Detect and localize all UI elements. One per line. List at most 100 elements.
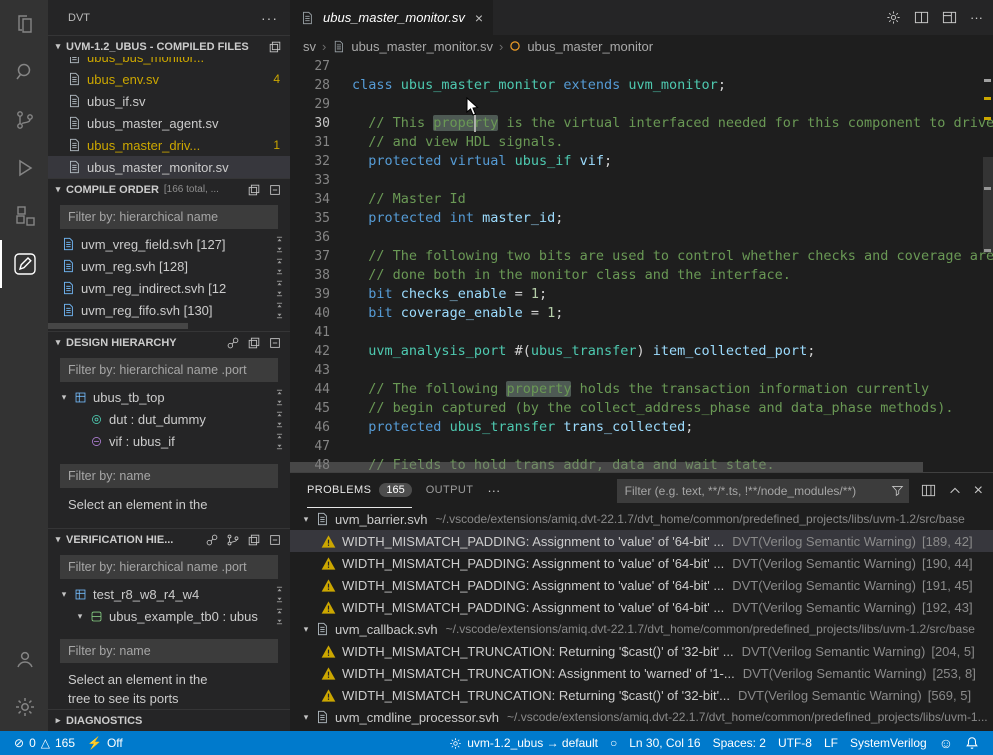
compile-order-item[interactable]: uvm_reg_fifo.svh [130] bbox=[48, 299, 290, 321]
indentation-status[interactable]: Spaces: 2 bbox=[707, 731, 772, 755]
design-name-filter-input[interactable] bbox=[60, 464, 278, 488]
code-line[interactable]: 32 protected virtual ubus_if vif; bbox=[290, 152, 993, 171]
link-icon[interactable] bbox=[205, 533, 219, 547]
compile-order-scrollbar[interactable] bbox=[48, 321, 290, 331]
build-config-status[interactable]: uvm-1.2_ubus → default bbox=[443, 731, 604, 755]
horizontal-scrollbar[interactable] bbox=[290, 462, 993, 472]
move-to-bottom-icon[interactable] bbox=[275, 245, 284, 253]
panel-tab-problems[interactable]: PROBLEMS165 bbox=[307, 473, 412, 508]
breadcrumb-file[interactable]: ubus_master_monitor.sv bbox=[351, 39, 493, 54]
problem-row[interactable]: WIDTH_MISMATCH_TRUNCATION: Returning '$c… bbox=[290, 640, 993, 662]
code-line[interactable]: 44 // The following property holds the t… bbox=[290, 380, 993, 399]
collapse-all-icon[interactable] bbox=[268, 183, 282, 197]
problem-row[interactable]: WIDTH_MISMATCH_PADDING: Assignment to 'v… bbox=[290, 574, 993, 596]
problem-row[interactable]: WIDTH_MISMATCH_PADDING: Assignment to 'v… bbox=[290, 530, 993, 552]
chevron-down-icon[interactable]: ▾ bbox=[56, 589, 72, 600]
problem-file-group[interactable]: ▾uvm_callback.svh~/.vscode/extensions/am… bbox=[290, 618, 993, 640]
section-compile-order[interactable]: ▾ COMPILE ORDER [166 total, ... bbox=[48, 178, 290, 200]
code-line[interactable]: 36 bbox=[290, 228, 993, 247]
row-actions[interactable] bbox=[275, 389, 284, 406]
move-to-bottom-icon[interactable] bbox=[275, 595, 284, 603]
move-to-top-icon[interactable] bbox=[275, 280, 284, 288]
file-item[interactable]: ubus_bus_monitor... bbox=[48, 57, 290, 68]
vertical-scrollbar[interactable] bbox=[983, 157, 993, 253]
file-item[interactable]: ubus_env.sv4 bbox=[48, 68, 290, 90]
file-item[interactable]: ubus_master_monitor.sv bbox=[48, 156, 290, 178]
eol-status[interactable]: LF bbox=[818, 731, 844, 755]
problem-file-group[interactable]: ▾uvm_barrier.svh~/.vscode/extensions/ami… bbox=[290, 508, 993, 530]
code-line[interactable]: 46 protected ubus_transfer trans_collect… bbox=[290, 418, 993, 437]
move-to-top-icon[interactable] bbox=[275, 411, 284, 419]
filter-funnel-icon[interactable] bbox=[891, 484, 904, 500]
source-control-icon[interactable] bbox=[0, 96, 48, 144]
code-line[interactable]: 38 // done both in the monitor class and… bbox=[290, 266, 993, 285]
verification-hierarchy-filter-input[interactable] bbox=[60, 555, 278, 579]
link-icon[interactable] bbox=[226, 336, 240, 350]
code-line[interactable]: 28class ubus_master_monitor extends uvm_… bbox=[290, 76, 993, 95]
extensions-icon[interactable] bbox=[0, 192, 48, 240]
tree-item[interactable]: ▾ubus_tb_top bbox=[48, 386, 290, 408]
compile-order-item[interactable]: uvm_reg_indirect.svh [12 bbox=[48, 277, 290, 299]
chevron-down-icon[interactable]: ▾ bbox=[56, 392, 72, 403]
move-to-bottom-icon[interactable] bbox=[275, 267, 284, 275]
problem-row[interactable]: WIDTH_MISMATCH_TRUNCATION: Returning '$c… bbox=[290, 684, 993, 706]
dvt-mode-status[interactable]: ⚡ Off bbox=[81, 731, 129, 755]
code-editor[interactable]: 2728class ubus_master_monitor extends uv… bbox=[290, 57, 993, 472]
split-editor-icon[interactable] bbox=[914, 10, 929, 25]
code-line[interactable]: 41 bbox=[290, 323, 993, 342]
open-file-icon[interactable] bbox=[247, 183, 261, 197]
tree-item[interactable]: dut : dut_dummy bbox=[48, 408, 290, 430]
tree-item[interactable]: ▾ubus_example_tb0 : ubus bbox=[48, 605, 290, 627]
move-to-top-icon[interactable] bbox=[275, 608, 284, 616]
panel-tab-output[interactable]: OUTPUT bbox=[426, 473, 474, 508]
code-line[interactable]: 30 // This property is the virtual inter… bbox=[290, 114, 993, 133]
open-file-icon[interactable] bbox=[268, 40, 282, 54]
gear-icon[interactable] bbox=[886, 10, 901, 25]
problem-row[interactable]: WIDTH_MISMATCH_TRUNCATION: Assignment to… bbox=[290, 662, 993, 684]
breadcrumb-symbol[interactable]: ubus_master_monitor bbox=[527, 39, 653, 54]
row-actions[interactable] bbox=[275, 586, 284, 603]
section-compiled-files[interactable]: ▾ UVM-1.2_UBUS - COMPILED FILES bbox=[48, 35, 290, 57]
row-actions[interactable] bbox=[275, 608, 284, 625]
move-to-top-icon[interactable] bbox=[275, 433, 284, 441]
code-line[interactable]: 35 protected int master_id; bbox=[290, 209, 993, 228]
notifications-bell-icon[interactable] bbox=[959, 731, 985, 755]
row-actions[interactable] bbox=[275, 433, 284, 450]
tree-item[interactable]: ▾test_r8_w8_r4_w4 bbox=[48, 583, 290, 605]
account-icon[interactable] bbox=[0, 635, 48, 683]
collapse-all-icon[interactable] bbox=[268, 533, 282, 547]
indicator-circle-icon[interactable]: ○ bbox=[604, 731, 623, 755]
open-file-icon[interactable] bbox=[247, 533, 261, 547]
move-to-bottom-icon[interactable] bbox=[275, 289, 284, 297]
row-actions[interactable] bbox=[275, 411, 284, 428]
tab-ubus-master-monitor[interactable]: ubus_master_monitor.sv × bbox=[290, 0, 493, 35]
problem-row[interactable]: WIDTH_MISMATCH_PADDING: Assignment to 'v… bbox=[290, 596, 993, 618]
code-line[interactable]: 45 // begin captured (by the collect_add… bbox=[290, 399, 993, 418]
file-item[interactable]: ubus_master_agent.sv bbox=[48, 112, 290, 134]
move-to-bottom-icon[interactable] bbox=[275, 617, 284, 625]
code-line[interactable]: 40 bit coverage_enable = 1; bbox=[290, 304, 993, 323]
move-to-top-icon[interactable] bbox=[275, 236, 284, 244]
open-file-icon[interactable] bbox=[247, 336, 261, 350]
problem-row[interactable]: WIDTH_MISMATCH_PADDING: Assignment to 'v… bbox=[290, 552, 993, 574]
close-panel-icon[interactable]: × bbox=[974, 482, 983, 500]
language-mode[interactable]: SystemVerilog bbox=[844, 731, 933, 755]
settings-gear-icon[interactable] bbox=[0, 683, 48, 731]
row-actions[interactable] bbox=[275, 302, 284, 319]
layout-icon[interactable] bbox=[942, 10, 957, 25]
code-line[interactable]: 43 bbox=[290, 361, 993, 380]
move-to-top-icon[interactable] bbox=[275, 389, 284, 397]
file-item[interactable]: ubus_if.sv bbox=[48, 90, 290, 112]
explorer-icon[interactable] bbox=[0, 0, 48, 48]
design-hierarchy-filter-input[interactable] bbox=[60, 358, 278, 382]
section-design-hierarchy[interactable]: ▾ DESIGN HIERARCHY bbox=[48, 331, 290, 353]
move-to-top-icon[interactable] bbox=[275, 586, 284, 594]
file-item[interactable]: ubus_master_driv...1 bbox=[48, 134, 290, 156]
move-to-bottom-icon[interactable] bbox=[275, 398, 284, 406]
move-to-bottom-icon[interactable] bbox=[275, 420, 284, 428]
more-tabs-icon[interactable]: ··· bbox=[487, 483, 500, 498]
compile-order-item[interactable]: uvm_reg.svh [128] bbox=[48, 255, 290, 277]
verification-name-filter-input[interactable] bbox=[60, 639, 278, 663]
move-to-top-icon[interactable] bbox=[275, 258, 284, 266]
chevron-down-icon[interactable]: ▾ bbox=[72, 611, 88, 622]
